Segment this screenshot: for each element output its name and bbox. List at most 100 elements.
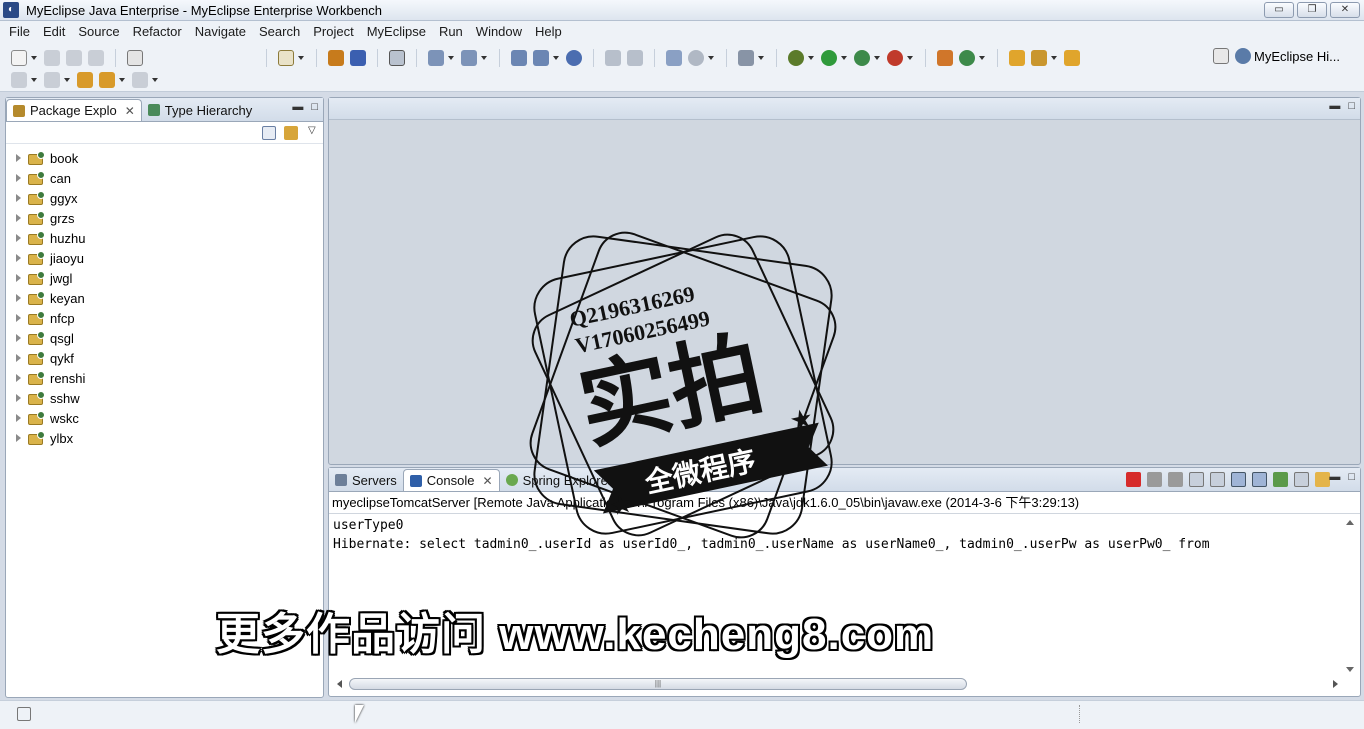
tree-item-wskc[interactable]: wskc — [6, 408, 323, 428]
expand-arrow-icon[interactable] — [16, 274, 21, 282]
run-external-dropdown-icon[interactable] — [874, 56, 880, 60]
scroll-right-icon[interactable] — [1333, 680, 1338, 688]
expand-arrow-icon[interactable] — [16, 374, 21, 382]
show-on-stdout-icon[interactable] — [1231, 472, 1246, 487]
server-icon[interactable] — [389, 50, 405, 66]
clear-console-icon[interactable] — [1189, 472, 1204, 487]
expand-arrow-icon[interactable] — [16, 334, 21, 342]
new-icon[interactable] — [11, 50, 27, 66]
save-icon[interactable] — [44, 50, 60, 66]
console-horizontal-scrollbar[interactable]: ||| — [333, 676, 1342, 692]
menu-myeclipse[interactable]: MyEclipse — [362, 24, 431, 39]
wizard-dropdown-icon[interactable] — [448, 56, 454, 60]
expand-arrow-icon[interactable] — [16, 154, 21, 162]
uml-dropdown-icon[interactable] — [553, 56, 559, 60]
open-type-dropdown-icon[interactable] — [481, 56, 487, 60]
tree-item-huzhu[interactable]: huzhu — [6, 228, 323, 248]
tree-item-renshi[interactable]: renshi — [6, 368, 323, 388]
db-browser-icon[interactable] — [627, 50, 643, 66]
terminate-icon[interactable] — [1126, 472, 1141, 487]
menu-source[interactable]: Source — [73, 24, 124, 39]
expand-arrow-icon[interactable] — [16, 354, 21, 362]
menu-help[interactable]: Help — [530, 24, 567, 39]
run-server-dropdown-icon[interactable] — [758, 56, 764, 60]
open-folder-icon[interactable] — [1009, 50, 1025, 66]
prev-annotation-dropdown-icon[interactable] — [64, 78, 70, 82]
expand-arrow-icon[interactable] — [16, 394, 21, 402]
back-icon[interactable] — [99, 72, 115, 88]
tree-item-ylbx[interactable]: ylbx — [6, 428, 323, 448]
debug-icon[interactable] — [788, 50, 804, 66]
remove-all-icon[interactable] — [1168, 472, 1183, 487]
uml-icon[interactable] — [533, 50, 549, 66]
tree-item-can[interactable]: can — [6, 168, 323, 188]
perspective-switcher[interactable]: MyEclipse Hi... — [1210, 48, 1340, 64]
menu-file[interactable]: File — [4, 24, 35, 39]
expand-arrow-icon[interactable] — [16, 434, 21, 442]
minimize-view-icon[interactable]: ▬ — [292, 101, 303, 113]
run-external-icon[interactable] — [854, 50, 870, 66]
maximize-view-icon[interactable]: □ — [311, 101, 318, 113]
tab-console[interactable]: Console ✕ — [402, 469, 500, 491]
gear-icon[interactable] — [688, 50, 704, 66]
tab-servers[interactable]: Servers — [329, 469, 403, 491]
perspective-label[interactable]: MyEclipse Hi... — [1254, 49, 1340, 64]
refresh-dropdown-icon[interactable] — [979, 56, 985, 60]
tree-item-jwgl[interactable]: jwgl — [6, 268, 323, 288]
report-icon[interactable] — [666, 50, 682, 66]
binary-icon[interactable] — [127, 50, 143, 66]
new-class-icon[interactable] — [937, 50, 953, 66]
forward-icon[interactable] — [132, 72, 148, 88]
expand-arrow-icon[interactable] — [16, 414, 21, 422]
pen-icon[interactable] — [1031, 50, 1047, 66]
next-annotation-dropdown-icon[interactable] — [31, 78, 37, 82]
expand-arrow-icon[interactable] — [16, 234, 21, 242]
tab-type-hierarchy[interactable]: Type Hierarchy — [142, 99, 258, 121]
close-button[interactable]: ✕ — [1330, 2, 1360, 18]
run-server-icon[interactable] — [738, 50, 754, 66]
debug-dropdown-icon[interactable] — [808, 56, 814, 60]
new-dropdown-icon[interactable] — [31, 56, 37, 60]
menu-edit[interactable]: Edit — [38, 24, 70, 39]
prev-annotation-icon[interactable] — [44, 72, 60, 88]
editor-area[interactable]: ▬ □ — [328, 97, 1361, 465]
pin-console-icon[interactable] — [1273, 472, 1288, 487]
scroll-left-icon[interactable] — [337, 680, 342, 688]
expand-arrow-icon[interactable] — [16, 254, 21, 262]
new-project-dropdown-icon[interactable] — [298, 56, 304, 60]
tree-item-jiaoyu[interactable]: jiaoyu — [6, 248, 323, 268]
view-menu-icon[interactable]: ▽ — [308, 125, 316, 136]
next-annotation-icon[interactable] — [11, 72, 27, 88]
tree-item-sshw[interactable]: sshw — [6, 388, 323, 408]
console-output[interactable]: userType0 Hibernate: select tadmin0_.user… — [333, 516, 1340, 554]
menu-project[interactable]: Project — [308, 24, 358, 39]
save-all-icon[interactable] — [66, 50, 82, 66]
expand-arrow-icon[interactable] — [16, 194, 21, 202]
tree-item-ggyx[interactable]: ggyx — [6, 188, 323, 208]
external-tools-icon[interactable] — [887, 50, 903, 66]
maximize-console-icon[interactable]: □ — [1348, 471, 1355, 483]
expand-arrow-icon[interactable] — [16, 314, 21, 322]
new-project-icon[interactable] — [278, 50, 294, 66]
db-icon[interactable] — [605, 50, 621, 66]
expand-arrow-icon[interactable] — [16, 214, 21, 222]
run-dropdown-icon[interactable] — [841, 56, 847, 60]
deploy-icon[interactable] — [350, 50, 366, 66]
tree-item-qsgl[interactable]: qsgl — [6, 328, 323, 348]
wizard-icon[interactable] — [428, 50, 444, 66]
fast-view-icon[interactable] — [17, 707, 31, 721]
tree-item-grzs[interactable]: grzs — [6, 208, 323, 228]
tree-item-nfcp[interactable]: nfcp — [6, 308, 323, 328]
menu-run[interactable]: Run — [434, 24, 468, 39]
globe-icon[interactable] — [566, 50, 582, 66]
minimize-button[interactable]: ▭ — [1264, 2, 1294, 18]
last-edit-icon[interactable] — [77, 72, 93, 88]
expand-arrow-icon[interactable] — [16, 174, 21, 182]
tree-item-keyan[interactable]: keyan — [6, 288, 323, 308]
tree-item-book[interactable]: book — [6, 148, 323, 168]
open-console-icon[interactable] — [1315, 472, 1330, 487]
minimize-console-icon[interactable]: ▬ — [1329, 471, 1340, 483]
menu-search[interactable]: Search — [254, 24, 305, 39]
scroll-down-icon[interactable] — [1346, 667, 1354, 672]
run-icon[interactable] — [821, 50, 837, 66]
